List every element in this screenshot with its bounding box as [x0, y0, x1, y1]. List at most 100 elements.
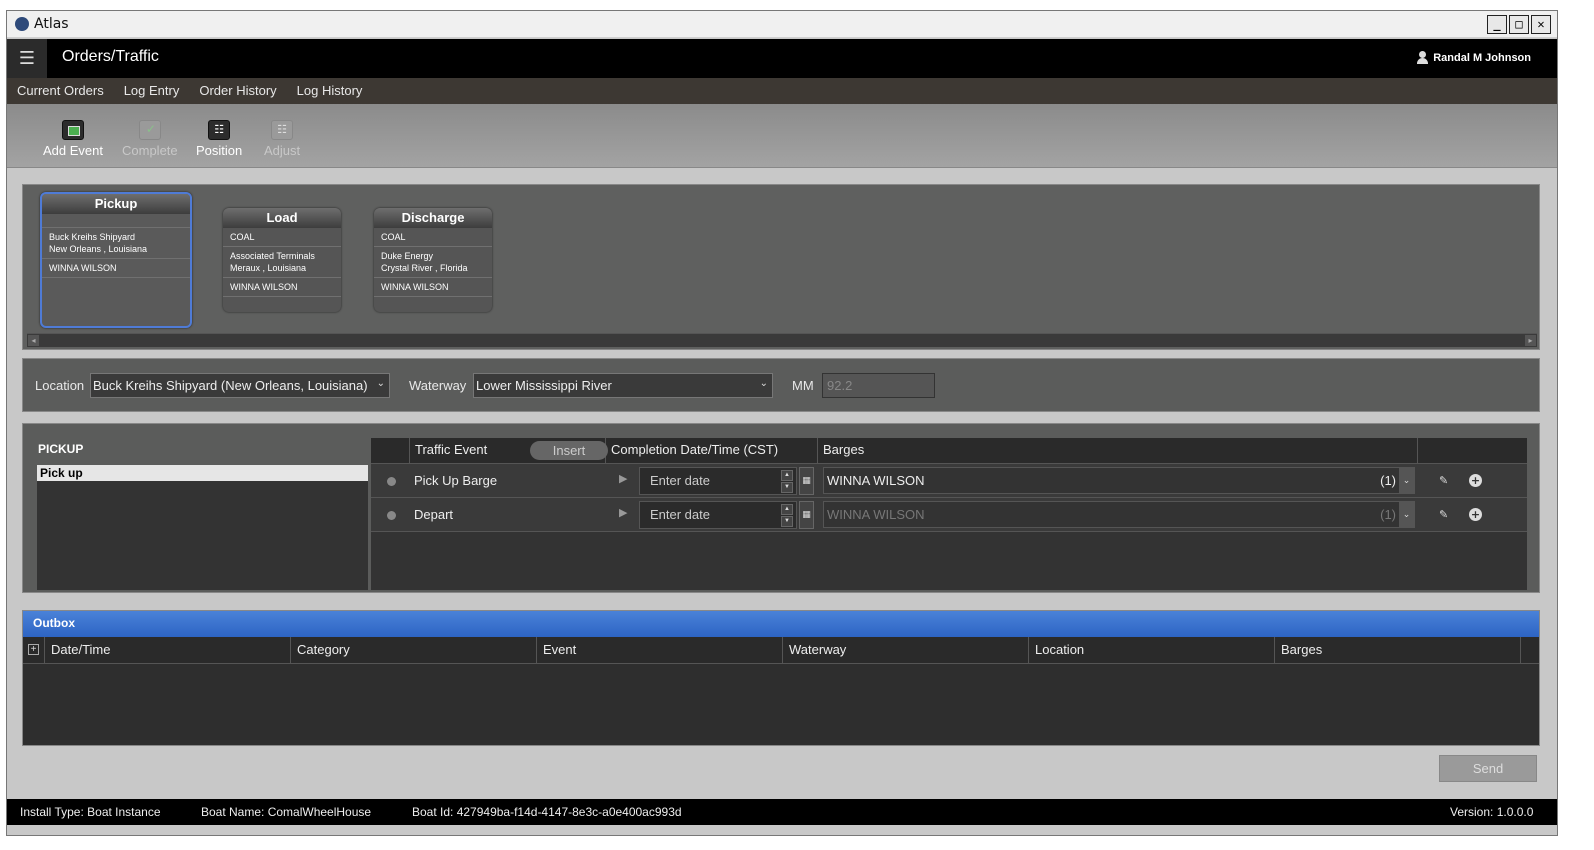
app-window: Atlas _ □ ✕ ☰ Orders/Traffic Randal M Jo… [6, 10, 1558, 836]
nav-current-orders[interactable]: Current Orders [7, 78, 114, 104]
toolbar: Add Event Complete ☷ Position ☷ Adjust [7, 104, 1557, 168]
close-button[interactable]: ✕ [1531, 15, 1551, 34]
send-button[interactable]: Send [1439, 755, 1537, 782]
outbox-col-datetime[interactable]: Date/Time [45, 637, 291, 664]
event-card-contact: WINNA WILSON [42, 259, 190, 278]
barge-select[interactable]: WINNA WILSON (1) ⌄ [823, 467, 1415, 494]
location-bar: Location Buck Kreihs Shipyard (New Orlea… [22, 358, 1540, 412]
add-event-label: Add Event [43, 143, 103, 158]
event-name: Depart [414, 507, 454, 522]
event-card-location-line2: Meraux , Louisiana [230, 263, 307, 273]
date-placeholder: Enter date [650, 473, 710, 488]
outbox-col-waterway[interactable]: Waterway [783, 637, 1029, 664]
row-arrow-icon[interactable]: ▶ [619, 472, 627, 485]
event-card-location: Buck Kreihs Shipyard New Orleans , Louis… [42, 228, 190, 259]
event-name: Pick Up Barge [414, 473, 498, 488]
event-card-contact: WINNA WILSON [223, 278, 341, 297]
pickup-panel: PICKUP Pick up Traffic Event Insert Comp… [22, 423, 1540, 593]
spin-up-icon[interactable]: ▲ [781, 470, 793, 481]
row-arrow-icon[interactable]: ▶ [619, 506, 627, 519]
insert-button[interactable]: Insert [530, 441, 608, 460]
complete-button[interactable]: Complete [122, 120, 178, 158]
adjust-button[interactable]: ☷ Adjust [264, 120, 300, 158]
waterway-select-value: Lower Mississippi River [476, 378, 612, 393]
date-input[interactable]: Enter date ▲ ▼ [639, 501, 797, 529]
event-card-contact: WINNA WILSON [374, 278, 492, 297]
spin-down-icon[interactable]: ▼ [781, 516, 793, 527]
status-dot-icon [387, 511, 396, 520]
event-card-load[interactable]: Load COAL Associated Terminals Meraux , … [223, 208, 341, 312]
add-event-button[interactable]: Add Event [43, 120, 103, 158]
event-card-commodity: COAL [223, 228, 341, 247]
barge-select[interactable]: WINNA WILSON (1) ⌄ [823, 501, 1415, 528]
grid-header-actions [1418, 438, 1527, 464]
event-card-title: Load [223, 208, 341, 228]
event-card-pickup[interactable]: Pickup Buck Kreihs Shipyard New Orleans … [40, 192, 192, 328]
boat-id: Boat Id: 427949ba-f14d-4147-8e3c-a0e400a… [412, 805, 682, 819]
add-event-icon [62, 120, 84, 140]
event-card-discharge[interactable]: Discharge COAL Duke Energy Crystal River… [374, 208, 492, 312]
outbox-col-barges[interactable]: Barges [1275, 637, 1521, 664]
waterway-select[interactable]: Lower Mississippi River ⌄ [473, 373, 773, 398]
outbox-col-event[interactable]: Event [537, 637, 783, 664]
complete-icon [138, 120, 161, 140]
nav-order-history[interactable]: Order History [189, 78, 286, 104]
pickup-title: PICKUP [38, 442, 84, 456]
grid-header-traffic-event: Traffic Event Insert [410, 438, 608, 464]
outbox-header: + Date/Time Category Event Waterway Loca… [23, 637, 1539, 664]
spin-down-icon[interactable]: ▼ [781, 482, 793, 493]
barge-count: (1) [1380, 507, 1396, 522]
version: Version: 1.0.0.0 [1450, 805, 1534, 819]
event-card-location-line1: Duke Energy [381, 251, 434, 261]
traffic-events-grid: Traffic Event Insert Completion Date/Tim… [371, 438, 1527, 590]
mm-label: MM [792, 378, 814, 393]
mm-field[interactable]: 92.2 [822, 373, 935, 398]
page-title: Orders/Traffic [62, 48, 159, 65]
add-icon[interactable]: + [1469, 508, 1482, 521]
minimize-button[interactable]: _ [1487, 15, 1507, 34]
scroll-right-icon[interactable]: ▸ [1525, 335, 1536, 346]
position-icon: ☷ [208, 120, 231, 140]
hamburger-menu-icon[interactable]: ☰ [7, 39, 47, 78]
maximize-button[interactable]: □ [1509, 15, 1529, 34]
grid-header-barges: Barges [818, 438, 1418, 464]
outbox-panel: Outbox + Date/Time Category Event Waterw… [22, 610, 1540, 746]
chevron-down-icon: ⌄ [759, 378, 768, 389]
grid-header-completion: Completion Date/Time (CST) [606, 438, 818, 464]
outbox-col-location[interactable]: Location [1029, 637, 1275, 664]
add-icon[interactable]: + [1469, 474, 1482, 487]
edit-icon[interactable]: ✎ [1439, 508, 1452, 521]
chevron-down-icon[interactable]: ⌄ [1399, 502, 1414, 527]
date-placeholder: Enter date [650, 507, 710, 522]
waterway-label: Waterway [409, 378, 467, 393]
chevron-down-icon: ⌄ [376, 378, 385, 389]
pickup-list-item[interactable]: Pick up [37, 465, 368, 481]
event-card-title: Discharge [374, 208, 492, 228]
events-scrollbar[interactable]: ◂ ▸ [27, 333, 1537, 347]
expand-icon[interactable]: + [28, 644, 39, 655]
install-type: Install Type: Boat Instance [20, 805, 161, 819]
location-select[interactable]: Buck Kreihs Shipyard (New Orleans, Louis… [90, 373, 390, 398]
app-header: ☰ Orders/Traffic Randal M Johnson [7, 39, 1557, 78]
event-card-location-line1: Associated Terminals [230, 251, 315, 261]
scroll-left-icon[interactable]: ◂ [28, 335, 39, 346]
calendar-icon[interactable]: ▦ [799, 501, 814, 529]
chevron-down-icon[interactable]: ⌄ [1399, 468, 1414, 493]
outbox-col-category[interactable]: Category [291, 637, 537, 664]
nav-log-history[interactable]: Log History [287, 78, 373, 104]
edit-icon[interactable]: ✎ [1439, 474, 1452, 487]
user-menu[interactable]: Randal M Johnson [1417, 51, 1531, 64]
boat-name: Boat Name: ComalWheelHouse [201, 805, 372, 819]
nav-log-entry[interactable]: Log Entry [114, 78, 190, 104]
user-name: Randal M Johnson [1433, 51, 1531, 64]
spin-up-icon[interactable]: ▲ [781, 504, 793, 515]
date-input[interactable]: Enter date ▲ ▼ [639, 467, 797, 495]
pickup-list: Pick up [37, 465, 368, 590]
location-select-value: Buck Kreihs Shipyard (New Orleans, Louis… [93, 378, 368, 393]
grid-header: Traffic Event Insert Completion Date/Tim… [371, 438, 1527, 464]
outbox-expand-col: + [23, 637, 45, 664]
events-panel: Pickup Buck Kreihs Shipyard New Orleans … [22, 184, 1540, 350]
location-label: Location [35, 378, 85, 393]
calendar-icon[interactable]: ▦ [799, 467, 814, 495]
position-button[interactable]: ☷ Position [196, 120, 242, 158]
